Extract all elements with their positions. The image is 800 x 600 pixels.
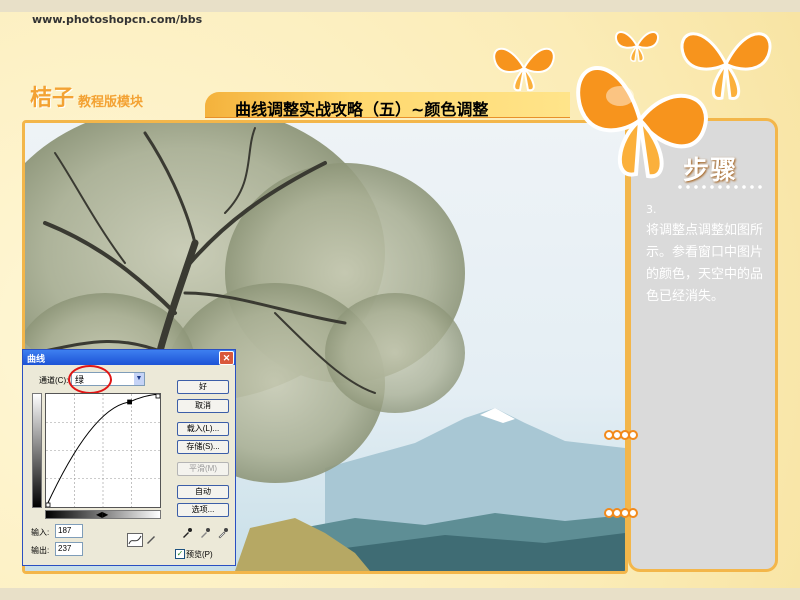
curve-tool-icon[interactable] — [127, 533, 143, 547]
curve-control-point[interactable] — [155, 393, 161, 399]
curve-control-point[interactable] — [127, 399, 132, 405]
output-field[interactable]: 237 — [55, 542, 83, 556]
butterfly-icon — [493, 47, 555, 92]
smooth-button[interactable]: 平滑(M) — [177, 462, 229, 476]
channel-label: 通道(C): — [39, 376, 69, 385]
eyedropper-black-icon[interactable] — [181, 527, 193, 539]
preview-label: 预览(P) — [186, 550, 213, 559]
gradient-toggle-icon[interactable]: ◀▶ — [96, 510, 108, 519]
binder-rings-lower — [604, 508, 638, 518]
brand-name: 桔子 — [30, 86, 75, 111]
curve-control-point[interactable] — [45, 502, 51, 508]
dropdown-arrow-icon[interactable]: ▼ — [134, 373, 144, 385]
butterfly-icon — [576, 66, 708, 179]
curve-graph[interactable] — [45, 393, 161, 508]
site-url[interactable]: www.photoshopcn.com/bbs — [32, 13, 202, 26]
close-icon[interactable]: ✕ — [219, 351, 234, 365]
highlight-circle — [68, 365, 112, 394]
checkbox-icon[interactable]: ✓ — [175, 549, 185, 559]
input-field[interactable]: 187 — [55, 524, 83, 538]
page-title: 曲线调整实战攻略（五）~颜色调整 — [235, 100, 489, 119]
cancel-button[interactable]: 取消 — [177, 399, 229, 413]
ok-button[interactable]: 好 — [177, 380, 229, 394]
options-button[interactable]: 选项... — [177, 503, 229, 517]
dialog-title: 曲线 — [27, 354, 46, 364]
output-label: 输出: — [31, 546, 50, 555]
auto-button[interactable]: 自动 — [177, 485, 229, 499]
save-button[interactable]: 存储(S)... — [177, 440, 229, 454]
step-description: 将调整点调整如图所示。参看窗口中图片的颜色，天空中的品色已经消失。 — [646, 223, 764, 304]
input-label: 输入: — [31, 528, 50, 537]
dialog-titlebar[interactable] — [23, 350, 235, 365]
brand-subtitle: 教程版模块 — [78, 95, 144, 110]
bottom-strip — [0, 588, 800, 600]
output-gradient-bar — [32, 393, 42, 508]
pencil-tool-icon[interactable] — [145, 533, 157, 545]
binder-rings-upper — [604, 430, 638, 440]
brand-logo: 桔子 教程版模块 — [30, 86, 143, 112]
curves-dialog: 曲线 ✕ 通道(C): 绿 ▼ ◀▶ 好 取消 载入(L)... 存储(S)..… — [22, 349, 236, 566]
top-strip — [0, 0, 800, 12]
eyedropper-white-icon[interactable] — [217, 527, 229, 539]
load-button[interactable]: 载入(L)... — [177, 422, 229, 436]
step-number: 3. — [646, 203, 657, 216]
eyedropper-gray-icon[interactable] — [199, 527, 211, 539]
curve-plot[interactable] — [45, 393, 161, 508]
